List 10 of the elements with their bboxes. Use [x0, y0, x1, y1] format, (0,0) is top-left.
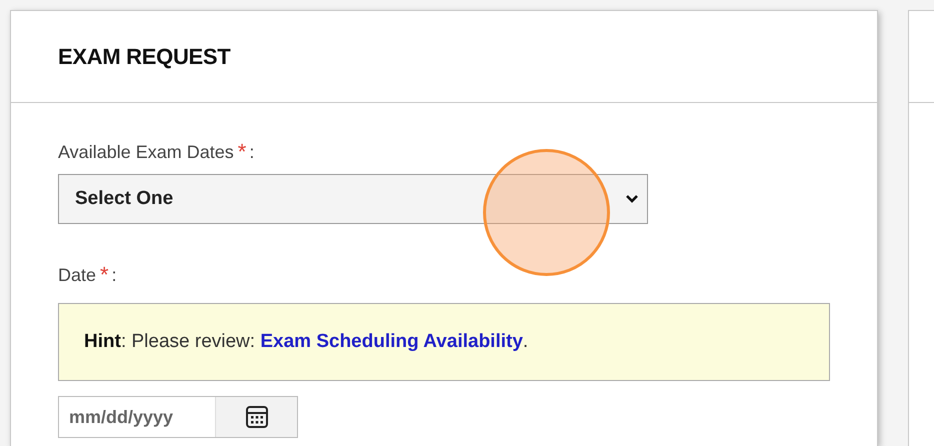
card-title: EXAM REQUEST — [58, 43, 230, 71]
calendar-button[interactable] — [216, 397, 297, 437]
field-label: Available Exam Dates *: — [58, 139, 254, 166]
hint-text: Hint: Please review: Exam Scheduling Availability. — [84, 330, 528, 354]
availability-link[interactable]: Exam Scheduling Availability — [260, 330, 523, 352]
date-field[interactable]: mm/dd/yyyy — [58, 396, 298, 438]
field-label: Date *: — [58, 262, 117, 289]
chevron-down-icon — [625, 194, 639, 204]
exam-dates-dropdown[interactable]: Select One — [58, 174, 648, 224]
calendar-icon — [244, 405, 268, 429]
